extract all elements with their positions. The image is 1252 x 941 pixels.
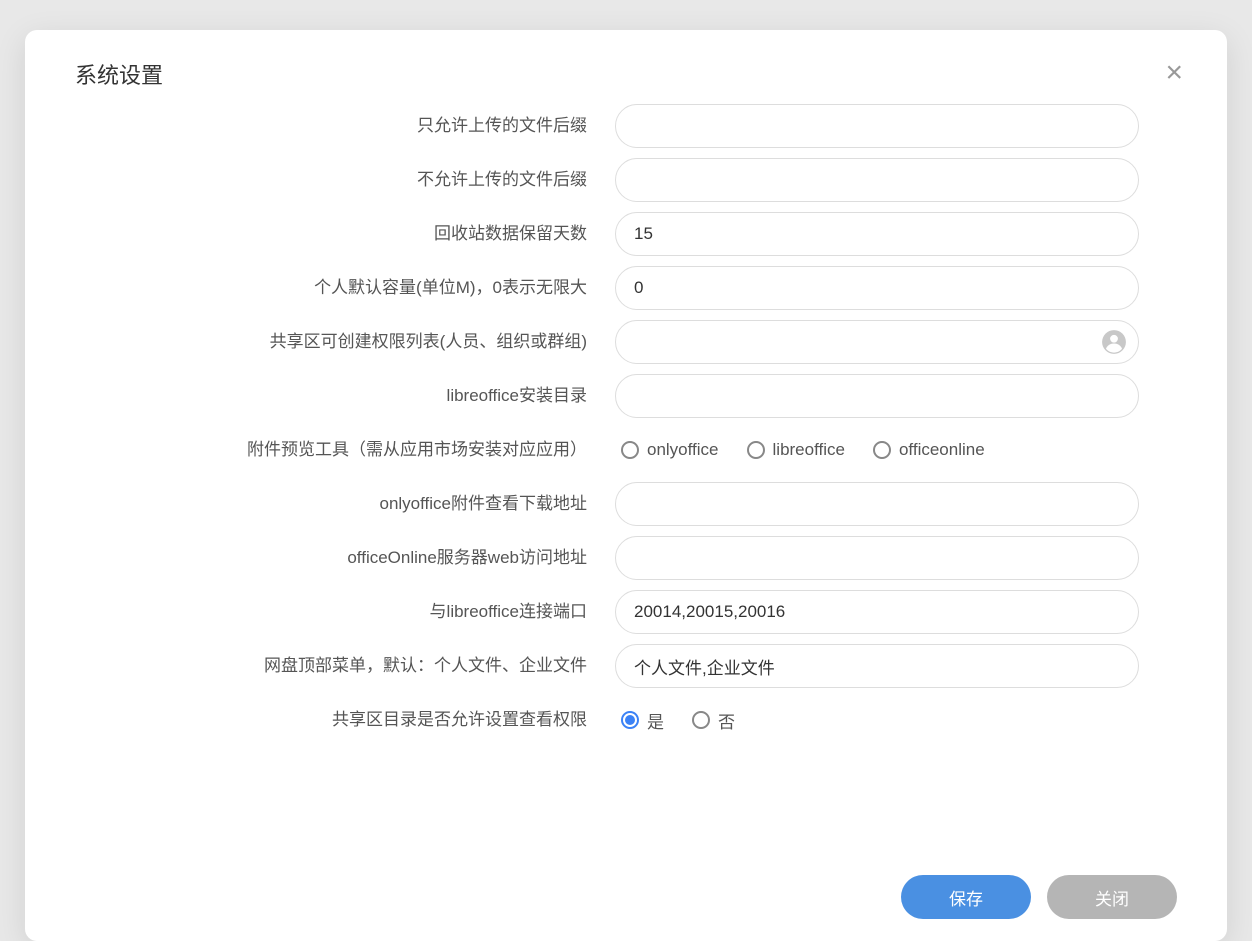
radio-share-view-yes[interactable]: 是 (621, 708, 664, 733)
label-allowed-suffix: 只允许上传的文件后缀 (75, 114, 615, 138)
label-share-view-permission: 共享区目录是否允许设置查看权限 (75, 708, 615, 732)
label-onlyoffice-download-url: onlyoffice附件查看下载地址 (75, 492, 615, 516)
radio-group-preview-tool: onlyoffice libreoffice officeonline (615, 440, 1139, 460)
radio-circle-icon (621, 441, 639, 459)
label-preview-tool: 附件预览工具（需从应用市场安装对应应用） (75, 438, 615, 462)
radio-preview-onlyoffice[interactable]: onlyoffice (621, 440, 719, 460)
row-officeonline-web-url: officeOnline服务器web访问地址 (75, 536, 1177, 580)
radio-circle-icon (873, 441, 891, 459)
input-share-permission-list[interactable] (615, 320, 1139, 364)
label-recycle-days: 回收站数据保留天数 (75, 222, 615, 246)
radio-preview-libreoffice[interactable]: libreoffice (747, 440, 845, 460)
row-preview-tool: 附件预览工具（需从应用市场安装对应应用） onlyoffice libreoff… (75, 428, 1177, 472)
input-allowed-suffix[interactable] (615, 104, 1139, 148)
input-libreoffice-path[interactable] (615, 374, 1139, 418)
row-share-view-permission: 共享区目录是否允许设置查看权限 是 否 (75, 698, 1177, 742)
close-icon[interactable]: × (1161, 58, 1187, 88)
radio-label: 是 (647, 708, 664, 733)
row-allowed-suffix: 只允许上传的文件后缀 (75, 104, 1177, 148)
radio-label: 否 (718, 708, 735, 733)
radio-preview-officeonline[interactable]: officeonline (873, 440, 985, 460)
input-libreoffice-port[interactable] (615, 590, 1139, 634)
close-button[interactable]: 关闭 (1047, 875, 1177, 919)
person-icon[interactable] (1101, 329, 1127, 355)
label-personal-capacity: 个人默认容量(单位M)，0表示无限大 (75, 276, 615, 300)
radio-share-view-no[interactable]: 否 (692, 708, 735, 733)
label-top-menu: 网盘顶部菜单，默认：个人文件、企业文件 (75, 654, 615, 678)
label-libreoffice-path: libreoffice安装目录 (75, 384, 615, 408)
input-recycle-days[interactable] (615, 212, 1139, 256)
input-onlyoffice-download-url[interactable] (615, 482, 1139, 526)
row-libreoffice-path: libreoffice安装目录 (75, 374, 1177, 418)
row-onlyoffice-download-url: onlyoffice附件查看下载地址 (75, 482, 1177, 526)
modal-body: 只允许上传的文件后缀 不允许上传的文件后缀 回收站数据保留天数 个人默认容量(单… (25, 100, 1227, 857)
radio-group-share-view-permission: 是 否 (615, 708, 1139, 733)
label-libreoffice-port: 与libreoffice连接端口 (75, 600, 615, 624)
radio-circle-icon (747, 441, 765, 459)
row-top-menu: 网盘顶部菜单，默认：个人文件、企业文件 (75, 644, 1177, 688)
row-disallowed-suffix: 不允许上传的文件后缀 (75, 158, 1177, 202)
row-libreoffice-port: 与libreoffice连接端口 (75, 590, 1177, 634)
modal-footer: 保存 关闭 (25, 857, 1227, 941)
row-share-permission-list: 共享区可创建权限列表(人员、组织或群组) (75, 320, 1177, 364)
radio-circle-icon (621, 711, 639, 729)
modal-header: 系统设置 × (25, 30, 1227, 100)
system-settings-modal: 系统设置 × 只允许上传的文件后缀 不允许上传的文件后缀 回收站数据保留天数 个… (25, 30, 1227, 941)
label-disallowed-suffix: 不允许上传的文件后缀 (75, 168, 615, 192)
label-share-permission-list: 共享区可创建权限列表(人员、组织或群组) (75, 330, 615, 354)
radio-circle-icon (692, 711, 710, 729)
row-recycle-days: 回收站数据保留天数 (75, 212, 1177, 256)
row-personal-capacity: 个人默认容量(单位M)，0表示无限大 (75, 266, 1177, 310)
input-disallowed-suffix[interactable] (615, 158, 1139, 202)
input-officeonline-web-url[interactable] (615, 536, 1139, 580)
radio-label: libreoffice (773, 440, 845, 460)
input-top-menu[interactable] (615, 644, 1139, 688)
save-button[interactable]: 保存 (901, 875, 1031, 919)
radio-label: onlyoffice (647, 440, 719, 460)
label-officeonline-web-url: officeOnline服务器web访问地址 (75, 546, 615, 570)
radio-label: officeonline (899, 440, 985, 460)
modal-title: 系统设置 (75, 58, 163, 90)
input-personal-capacity[interactable] (615, 266, 1139, 310)
